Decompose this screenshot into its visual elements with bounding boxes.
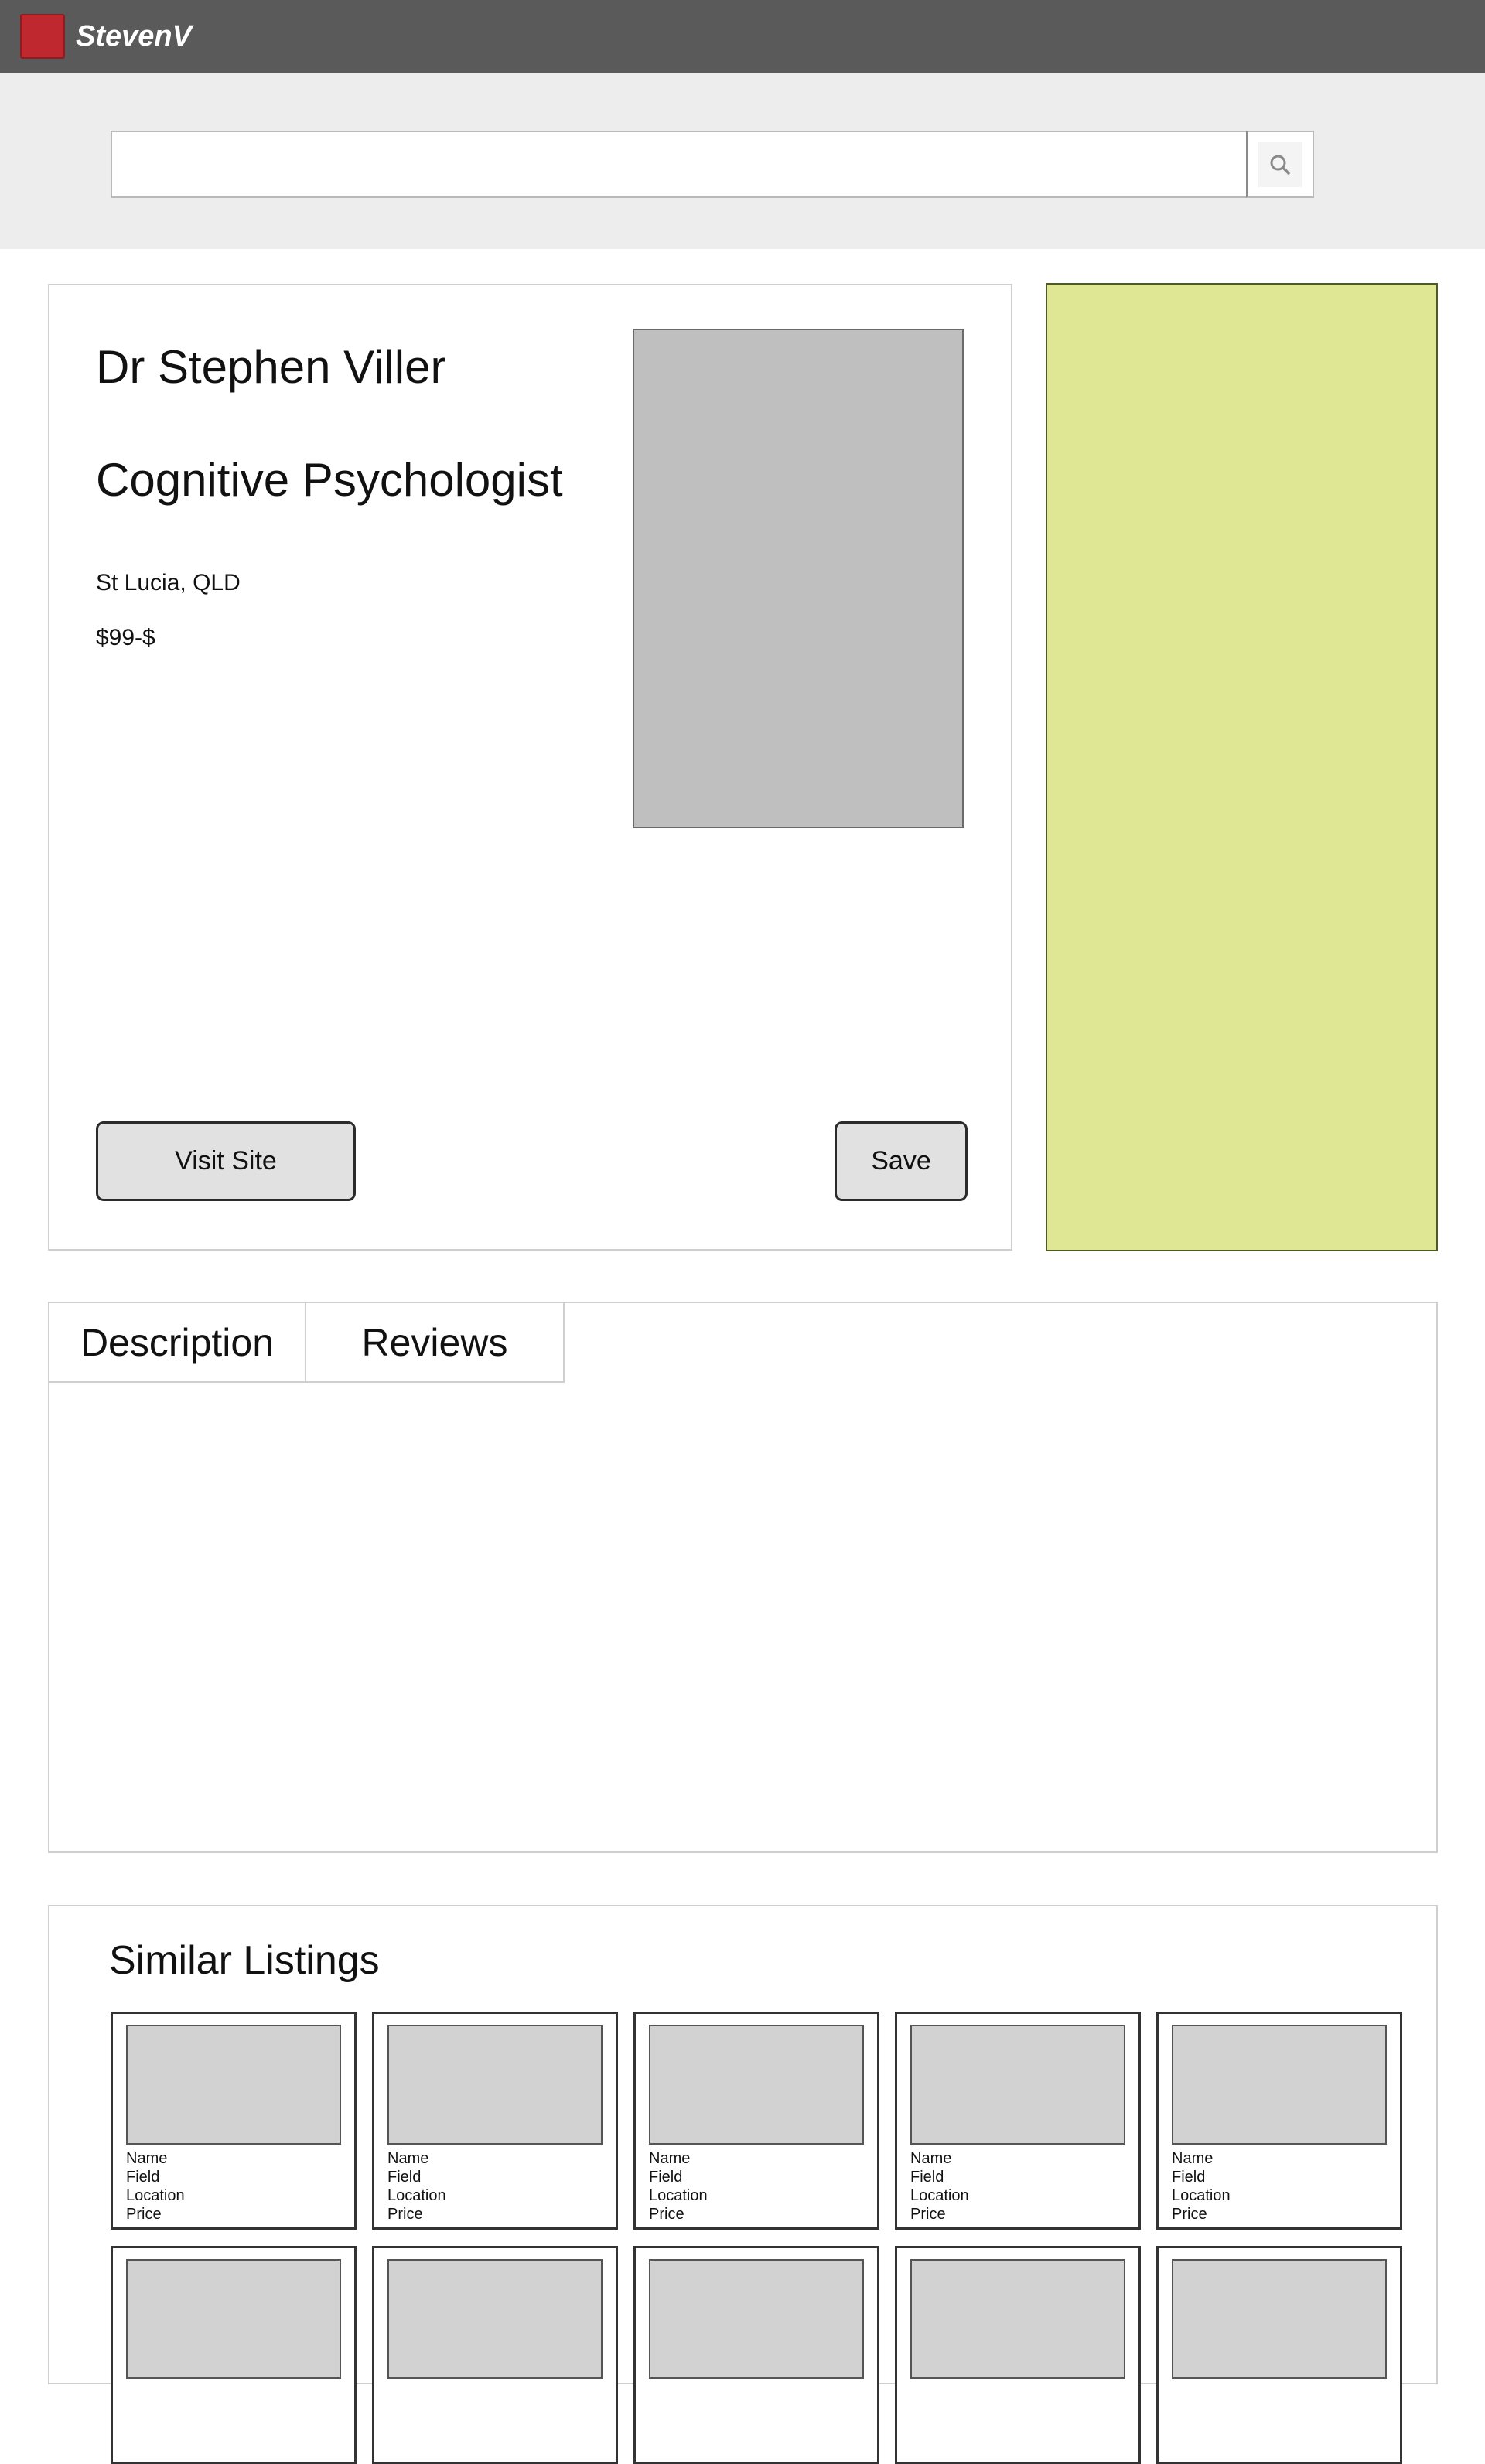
listing-price: Price [910, 2206, 946, 2223]
listing-price: Price [387, 2206, 423, 2223]
listing-field: Field [649, 2169, 683, 2186]
search-button[interactable] [1246, 131, 1314, 198]
listing-card[interactable] [895, 2246, 1141, 2464]
save-button[interactable]: Save [835, 1121, 968, 1201]
listing-location: Location [387, 2187, 446, 2204]
listing-price: Price [649, 2206, 684, 2223]
listing-image [1172, 2025, 1387, 2145]
visit-site-button[interactable]: Visit Site [96, 1121, 356, 1201]
profile-location: St Lucia, QLD [96, 570, 241, 596]
profile-photo [633, 329, 964, 828]
listing-field: Field [126, 2169, 160, 2186]
listing-location: Location [910, 2187, 969, 2204]
top-bar [0, 0, 1485, 73]
tab-reviews[interactable]: Reviews [305, 1302, 565, 1383]
similar-listings-title: Similar Listings [109, 1938, 380, 1983]
profile-title: Cognitive Psychologist [96, 454, 563, 506]
listing-price: Price [1172, 2206, 1207, 2223]
listing-image [649, 2259, 864, 2379]
listing-card[interactable]: Name Field Location Price [1156, 2012, 1402, 2230]
listing-field: Field [1172, 2169, 1206, 2186]
listing-card[interactable] [633, 2246, 879, 2464]
profile-name: Dr Stephen Viller [96, 341, 446, 393]
listing-card[interactable] [111, 2246, 357, 2464]
search-icon [1258, 142, 1302, 187]
listing-field: Field [387, 2169, 422, 2186]
listing-card[interactable] [372, 2246, 618, 2464]
listing-name: Name [126, 2150, 168, 2167]
listing-price: Price [126, 2206, 162, 2223]
listing-location: Location [1172, 2187, 1231, 2204]
listing-image [387, 2025, 603, 2145]
listing-name: Name [649, 2150, 691, 2167]
listing-image [1172, 2259, 1387, 2379]
tab-description[interactable]: Description [48, 1302, 306, 1383]
listing-image [387, 2259, 603, 2379]
listing-card[interactable]: Name Field Location Price [372, 2012, 618, 2230]
listing-card[interactable]: Name Field Location Price [111, 2012, 357, 2230]
listing-name: Name [387, 2150, 429, 2167]
tab-content-panel [48, 1302, 1438, 1853]
listing-field: Field [910, 2169, 944, 2186]
profile-price: $99-$ [96, 625, 155, 650]
listing-image [126, 2025, 341, 2145]
listing-image [910, 2259, 1125, 2379]
listing-card[interactable]: Name Field Location Price [895, 2012, 1141, 2230]
listing-name: Name [1172, 2150, 1214, 2167]
listing-image [910, 2025, 1125, 2145]
listing-location: Location [649, 2187, 708, 2204]
listing-image [126, 2259, 341, 2379]
listing-location: Location [126, 2187, 185, 2204]
listing-card[interactable] [1156, 2246, 1402, 2464]
logo-icon[interactable] [20, 14, 65, 59]
brand-name[interactable]: StevenV [76, 15, 192, 57]
ad-banner [1046, 283, 1438, 1251]
listing-image [649, 2025, 864, 2145]
listing-name: Name [910, 2150, 952, 2167]
listing-card[interactable]: Name Field Location Price [633, 2012, 879, 2230]
search-input[interactable] [111, 131, 1248, 198]
